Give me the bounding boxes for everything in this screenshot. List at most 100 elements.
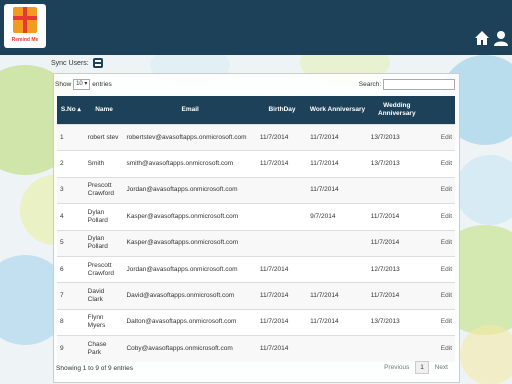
cell-name: Flynn Myers [87,314,106,330]
cell-email-cell: Coby@avasoftapps.onmicrosoft.com [123,335,257,362]
cell-work-anniversary: 11/7/2014 [310,160,339,168]
cell-email: smith@avasoftapps.onmicrosoft.com [126,160,234,168]
search-label: Search: [358,81,382,89]
table-header-row: S.No ▴ Name Email BirthDay Work Annivers… [57,96,455,125]
cell-name-cell: Prescott Crawford [84,176,124,204]
edit-link[interactable]: Edit [441,213,452,220]
cell-sno-cell: 4 [57,203,85,231]
cell-name: Prescott Crawford [87,261,115,277]
edit-link-cell: Edit [425,335,455,362]
show-label: Show [55,81,72,89]
edit-link-cell: Edit [425,282,455,310]
cell-work-anniversary: 9/7/2014 [310,212,336,220]
cell-email: Dalton@avasoftapps.onmicrosoft.com [126,318,237,326]
edit-link[interactable]: Edit [441,160,452,167]
cell-name-cell: Chase Park [84,335,124,362]
cell-work-anniversary-cell [307,335,368,362]
cell-name: Dylan Pollard [87,235,108,251]
gift-icon [13,7,37,33]
edit-link[interactable]: Edit [441,239,452,246]
edit-link-cell: Edit [425,308,455,336]
cell-sno-cell: 8 [57,308,85,336]
sync-users-label: Sync Users: [51,59,89,67]
header-work-anniversary[interactable]: Work Anniversary [307,96,368,125]
table-row: 1 robert stev robertstev@avasoftapps.onmic… [57,123,455,151]
home-icon[interactable] [474,30,490,46]
cell-work-anniversary-cell [307,255,368,283]
cell-email: Jordan@avasoftapps.onmicrosoft.com [126,265,238,273]
cell-wedding-anniversary-cell: 13/7/2013 [367,308,426,336]
header-email[interactable]: Email [123,96,257,125]
search-box: Search: [359,79,455,90]
cell-name-cell: Dylan Pollard [84,203,124,231]
user-icon[interactable] [493,30,509,46]
edit-link[interactable]: Edit [441,292,452,299]
cell-name: Dylan Pollard [87,208,108,224]
header-wedding-anniversary[interactable]: Wedding Anniversary [367,96,426,125]
cell-birthday: 11/7/2014 [259,160,289,168]
cell-work-anniversary-cell: 11/7/2014 [307,308,368,336]
cell-sno: 5 [60,239,64,247]
cell-email: Kasper@avasoftapps.onmicrosoft.com [126,212,239,220]
cell-birthday: 11/7/2014 [259,265,289,273]
cell-name: David Clark [87,288,105,304]
cell-name: Chase Park [87,340,107,356]
cell-name-cell: Prescott Crawford [84,255,124,283]
cell-name: Smith [87,160,105,168]
edit-link-cell: Edit [425,150,455,178]
header-sno[interactable]: S.No ▴ [57,96,85,125]
header-birthday[interactable]: BirthDay [256,96,308,125]
entries-label: entries [92,81,112,89]
header-action [425,96,455,125]
logo-text: Remind Me [11,37,39,43]
table-controls: Show 10 ▾ entries Search: [55,79,455,93]
cell-email-cell: David@avasoftapps.onmicrosoft.com [123,282,257,310]
table-row: 3 Prescott Crawford Jordan@avasoftapps.onm… [57,176,455,204]
cell-email: Kasper@avasoftapps.onmicrosoft.com [126,239,239,247]
sync-icon[interactable] [92,58,103,68]
cell-sno-cell: 6 [57,255,85,283]
edit-link[interactable]: Edit [441,186,452,193]
sync-users: Sync Users: [51,58,103,68]
previous-button[interactable]: Previous [380,362,413,373]
cell-wedding-anniversary: 13/7/2013 [370,318,400,326]
edit-link-cell: Edit [425,123,455,151]
page-length-value: 10 [76,81,83,87]
edit-link-cell: Edit [425,203,455,231]
cell-sno-cell: 7 [57,282,85,310]
cell-wedding-anniversary: 12/7/2013 [370,265,400,273]
cell-birthday-cell [256,176,308,204]
cell-name-cell: Flynn Myers [84,308,124,336]
cell-work-anniversary-cell: 11/7/2014 [307,176,368,204]
cell-sno: 6 [60,265,64,273]
cell-sno-cell: 3 [57,176,85,204]
table-info: Showing 1 to 9 of 9 entries [56,365,133,372]
cell-birthday-cell: 11/7/2014 [256,308,308,336]
cell-wedding-anniversary-cell: 11/7/2014 [367,203,426,231]
next-button[interactable]: Next [431,362,452,373]
edit-link[interactable]: Edit [441,266,452,273]
edit-link-cell: Edit [425,255,455,283]
page-1-button[interactable]: 1 [415,361,429,374]
cell-wedding-anniversary-cell: 11/7/2014 [367,229,426,257]
cell-wedding-anniversary-cell: 13/7/2013 [367,150,426,178]
edit-link[interactable]: Edit [441,134,452,141]
cell-birthday: 11/7/2014 [259,292,289,300]
cell-email: Jordan@avasoftapps.onmicrosoft.com [126,186,238,194]
header-name[interactable]: Name [84,96,124,125]
cell-work-anniversary-cell: 9/7/2014 [307,203,368,231]
app-logo[interactable]: Remind Me [4,4,46,48]
edit-link[interactable]: Edit [441,345,452,352]
cell-sno: 7 [60,292,64,300]
cell-email-cell: Jordan@avasoftapps.onmicrosoft.com [123,176,257,204]
cell-work-anniversary-cell: 11/7/2014 [307,123,368,151]
cell-birthday: 11/7/2014 [259,344,289,352]
page-length-select[interactable]: 10 ▾ [73,79,91,90]
search-input[interactable] [383,79,455,90]
cell-sno: 2 [60,160,64,168]
cell-name-cell: robert stev [84,123,124,151]
cell-birthday-cell: 11/7/2014 [256,335,308,362]
edit-link[interactable]: Edit [441,318,452,325]
edit-link-cell: Edit [425,229,455,257]
cell-birthday-cell [256,229,308,257]
